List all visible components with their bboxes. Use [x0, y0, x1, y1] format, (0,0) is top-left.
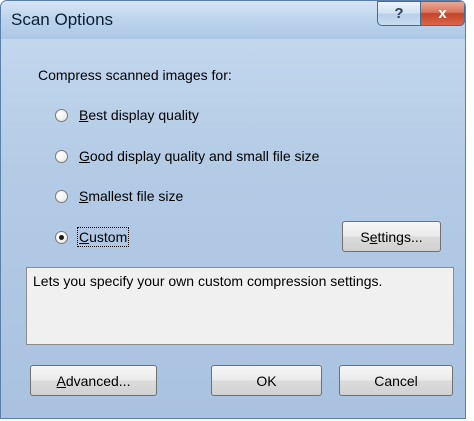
radio-smallest-file-size[interactable]: Smallest file size	[55, 187, 183, 205]
radio-label[interactable]: Smallest file size	[79, 188, 183, 204]
radio-button[interactable]	[55, 108, 68, 122]
radio-label[interactable]: Best display quality	[79, 107, 199, 123]
help-button[interactable]: ?	[377, 1, 421, 26]
settings-button[interactable]: Se ttings...	[342, 221, 441, 252]
cancel-button[interactable]: Cancel	[339, 365, 453, 396]
radio-label[interactable]: Custom	[76, 227, 130, 247]
radio-button-checked[interactable]	[55, 230, 68, 244]
radio-button[interactable]	[55, 189, 68, 203]
ok-button[interactable]: OK	[211, 365, 322, 396]
window-title: Scan Options	[11, 10, 114, 29]
radio-best-display-quality[interactable]: Best display quality	[55, 106, 199, 124]
close-button[interactable]: x	[420, 1, 465, 26]
description-text: Lets you specify your own custom compres…	[33, 273, 383, 289]
radio-button[interactable]	[55, 149, 68, 163]
close-icon: x	[438, 5, 447, 22]
radio-custom[interactable]: Custom	[55, 227, 130, 247]
scan-options-window: Scan Options ? x	[0, 0, 466, 419]
radio-good-display-quality[interactable]: Good display quality and small file size	[55, 147, 319, 165]
help-icon: ?	[394, 5, 404, 22]
description-box: Lets you specify your own custom compres…	[26, 267, 454, 345]
compress-label: Compress scanned images for:	[38, 67, 232, 83]
advanced-button[interactable]: Advanced...	[30, 365, 157, 396]
title-bar[interactable]: Scan Options ? x	[1, 1, 465, 39]
radio-label[interactable]: Good display quality and small file size	[79, 148, 319, 164]
